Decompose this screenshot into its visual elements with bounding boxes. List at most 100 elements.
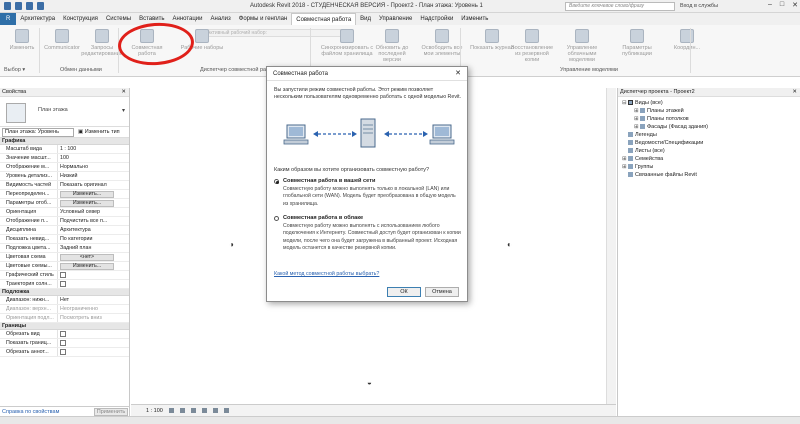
properties-help-link[interactable]: Справка по свойствам bbox=[0, 409, 59, 415]
property-value[interactable]: По категории bbox=[58, 235, 129, 243]
ribbon-panel-label[interactable]: Обмен данными bbox=[60, 67, 102, 73]
ribbon-button-5[interactable]: Синхронизировать с файлом хранилища bbox=[320, 29, 374, 57]
ribbon-button-7[interactable]: Освободить все мои элементы bbox=[420, 29, 464, 57]
chevron-down-icon[interactable]: ▾ bbox=[122, 107, 125, 114]
property-value[interactable]: Низкий bbox=[58, 172, 129, 180]
save-icon[interactable] bbox=[26, 2, 33, 10]
property-value[interactable] bbox=[58, 339, 129, 347]
browser-node[interactable]: Листы (все) bbox=[618, 147, 800, 155]
property-group-header[interactable]: Подложка bbox=[0, 289, 129, 296]
apply-button[interactable]: Применить bbox=[94, 408, 128, 416]
browser-node[interactable]: ⊞ Планы потолков bbox=[618, 115, 800, 123]
tab-10[interactable]: Надстройки bbox=[416, 13, 457, 25]
property-value[interactable] bbox=[58, 330, 129, 338]
visual-style-icon[interactable] bbox=[180, 408, 185, 413]
property-value[interactable]: Изменить... bbox=[58, 262, 129, 270]
ribbon-button-12[interactable]: Координ... bbox=[660, 29, 714, 51]
property-value[interactable]: Неограниченно bbox=[58, 305, 129, 313]
ribbon-button-8[interactable]: Показать журнал bbox=[470, 29, 514, 51]
tab-2[interactable]: Системы bbox=[102, 13, 135, 25]
tab-9[interactable]: Управление bbox=[375, 13, 416, 25]
radio-network[interactable] bbox=[274, 179, 279, 184]
undo-icon[interactable] bbox=[37, 2, 44, 10]
property-edit-button[interactable]: Изменить... bbox=[60, 191, 114, 198]
search-input[interactable]: Введите ключевое слово/фразу bbox=[565, 2, 675, 11]
revit-logo-icon[interactable] bbox=[4, 2, 11, 10]
tab-11[interactable]: Изменить bbox=[457, 13, 492, 25]
tab-5[interactable]: Анализ bbox=[207, 13, 235, 25]
property-checkbox[interactable] bbox=[60, 340, 66, 346]
property-value[interactable]: Архитектура bbox=[58, 226, 129, 234]
elevation-marker-icon[interactable]: ◐ bbox=[507, 240, 512, 249]
property-group-header[interactable]: Графика bbox=[0, 138, 129, 145]
property-checkbox[interactable] bbox=[60, 272, 66, 278]
radio-cloud[interactable] bbox=[274, 216, 279, 221]
browser-node[interactable]: ⊞ Планы этажей bbox=[618, 107, 800, 115]
browser-node[interactable]: ⊞ Семейства bbox=[618, 155, 800, 163]
property-group-header[interactable]: Границы bbox=[0, 323, 129, 330]
ribbon-panel-label[interactable]: Управление моделями bbox=[560, 67, 618, 73]
tab-file[interactable]: R bbox=[0, 13, 17, 25]
browser-node[interactable]: ⊟ Виды (все) bbox=[618, 99, 800, 107]
ok-button[interactable]: ОК bbox=[387, 287, 421, 297]
property-value[interactable]: Посмотреть вниз bbox=[58, 314, 129, 322]
close-icon[interactable]: ✕ bbox=[792, 88, 797, 97]
browser-node[interactable]: Связанные файлы Revit bbox=[618, 171, 800, 179]
ribbon-button-0[interactable]: Изменить bbox=[0, 29, 44, 51]
option-network[interactable]: Совместная работа в вашей сети Совместну… bbox=[274, 178, 464, 216]
close-icon[interactable]: ✕ bbox=[121, 88, 126, 97]
property-checkbox[interactable] bbox=[60, 331, 66, 337]
browser-node[interactable]: ⊞ Фасады (Фасад здания) bbox=[618, 123, 800, 131]
browser-node[interactable]: Ведомости/Спецификации bbox=[618, 139, 800, 147]
hide-isolate-icon[interactable] bbox=[224, 408, 229, 413]
browser-node[interactable]: ⊞ Группы bbox=[618, 163, 800, 171]
cancel-button[interactable]: Отмена bbox=[425, 287, 459, 297]
property-value[interactable]: 1 : 100 bbox=[58, 145, 129, 153]
property-value[interactable]: <нет> bbox=[58, 253, 129, 261]
elevation-marker-icon[interactable]: ◑ bbox=[229, 240, 234, 249]
property-value[interactable] bbox=[58, 280, 129, 288]
ribbon-button-1[interactable]: Communicator bbox=[40, 29, 84, 51]
instance-filter-select[interactable]: План этажа: Уровень bbox=[2, 128, 74, 137]
property-value[interactable] bbox=[58, 271, 129, 279]
property-checkbox[interactable] bbox=[60, 349, 66, 355]
property-checkbox[interactable] bbox=[60, 281, 66, 287]
property-edit-button[interactable]: Изменить... bbox=[60, 263, 114, 270]
sun-path-icon[interactable] bbox=[191, 408, 196, 413]
type-selector[interactable]: План этажа ▾ bbox=[0, 97, 129, 127]
ribbon-button-10[interactable]: Управление облачными моделями bbox=[560, 29, 604, 63]
property-value[interactable]: 100 bbox=[58, 154, 129, 162]
property-value[interactable] bbox=[58, 348, 129, 356]
close-icon[interactable]: ✕ bbox=[455, 67, 461, 81]
tab-6[interactable]: Формы и генплан bbox=[235, 13, 291, 25]
open-icon[interactable] bbox=[15, 2, 22, 10]
shadows-icon[interactable] bbox=[202, 408, 207, 413]
maximize-icon[interactable]: □ bbox=[780, 1, 784, 9]
close-icon[interactable]: ✕ bbox=[792, 1, 798, 9]
property-value[interactable]: Изменить... bbox=[58, 199, 129, 207]
tab-0[interactable]: Архитектура bbox=[16, 13, 59, 25]
tab-7[interactable]: Совместная работа bbox=[291, 13, 357, 25]
property-value[interactable]: Изменить... bbox=[58, 190, 129, 198]
ribbon-panel-label[interactable]: Выбор ▾ bbox=[4, 67, 25, 73]
signin-button[interactable]: Вход в службы bbox=[680, 3, 718, 9]
property-edit-button[interactable]: <нет> bbox=[60, 254, 114, 261]
browser-node[interactable]: Легенды bbox=[618, 131, 800, 139]
option-cloud[interactable]: Совместная работа в облаке Совместную ра… bbox=[274, 215, 464, 269]
property-value[interactable]: Задний план bbox=[58, 244, 129, 252]
crop-view-icon[interactable] bbox=[213, 408, 218, 413]
property-value[interactable]: Показать оригинал bbox=[58, 181, 129, 189]
quick-access-toolbar[interactable] bbox=[4, 2, 44, 10]
vertical-scrollbar[interactable] bbox=[606, 88, 616, 404]
property-value[interactable]: Подчистить все п... bbox=[58, 217, 129, 225]
tab-1[interactable]: Конструкция bbox=[59, 13, 102, 25]
ribbon-button-6[interactable]: Обновить до последней версии bbox=[370, 29, 414, 63]
property-edit-button[interactable]: Изменить... bbox=[60, 200, 114, 207]
tab-8[interactable]: Вид bbox=[356, 13, 375, 25]
property-value[interactable]: Нормально bbox=[58, 163, 129, 171]
help-link[interactable]: Какой метод совместной работы выбрать? bbox=[274, 271, 379, 277]
edit-type-button[interactable]: ▣ Изменить тип bbox=[78, 127, 120, 138]
tab-4[interactable]: Аннотации bbox=[169, 13, 207, 25]
ribbon-button-11[interactable]: Параметры публикации bbox=[615, 29, 659, 57]
minimize-icon[interactable]: – bbox=[768, 1, 772, 9]
